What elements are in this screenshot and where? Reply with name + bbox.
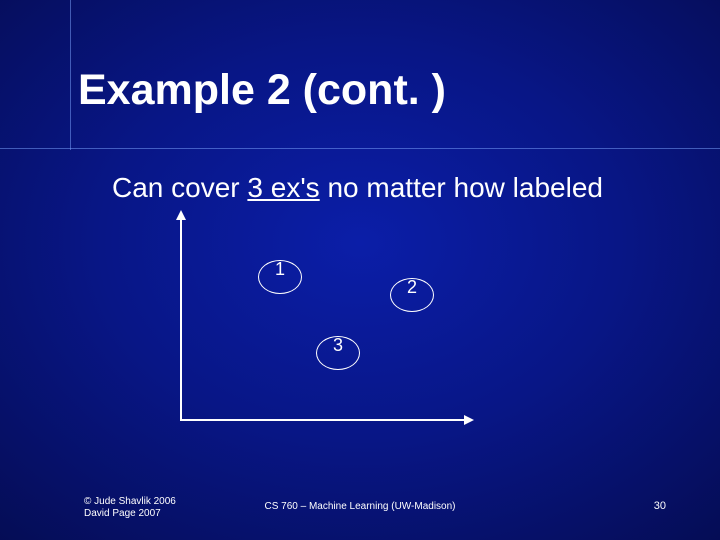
point-3: 3 <box>316 336 360 370</box>
point-3-label: 3 <box>333 335 343 356</box>
body-text: Can cover 3 ex's no matter how labeled <box>112 172 603 204</box>
axis-y <box>180 216 182 421</box>
body-underlined: 3 ex's <box>247 172 319 203</box>
arrow-right-icon <box>464 415 474 425</box>
point-2: 2 <box>390 278 434 312</box>
body-pre: Can cover <box>112 172 247 203</box>
footer-center: CS 760 – Machine Learning (UW-Madison) <box>0 501 720 512</box>
decor-horizontal-line <box>0 148 720 149</box>
slide-number: 30 <box>654 500 666 512</box>
slide-title: Example 2 (cont. ) <box>78 66 446 115</box>
point-1: 1 <box>258 260 302 294</box>
point-1-label: 1 <box>275 259 285 280</box>
arrow-up-icon <box>176 210 186 220</box>
point-2-label: 2 <box>407 277 417 298</box>
decor-vertical-line <box>70 0 71 150</box>
axis-x <box>180 419 466 421</box>
slide: Example 2 (cont. ) Can cover 3 ex's no m… <box>0 0 720 540</box>
body-post: no matter how labeled <box>320 172 603 203</box>
